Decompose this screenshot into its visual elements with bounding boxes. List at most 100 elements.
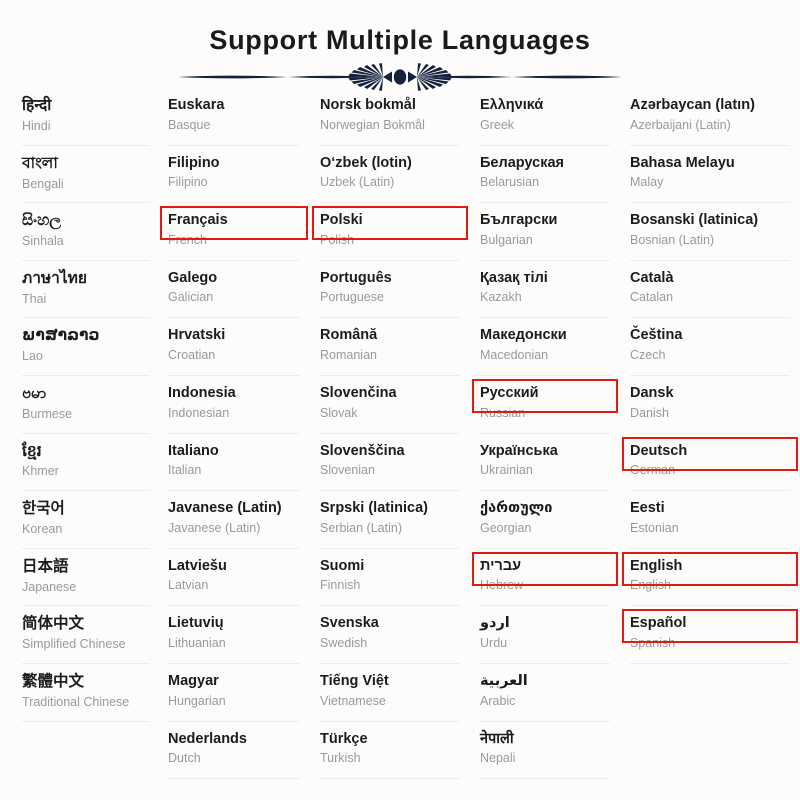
language-native-name: Română <box>320 327 378 344</box>
language-column-1: हिन्दी Hindi বাংলা Bengali සිංහල Sinhala ภาษาไ… <box>0 88 160 800</box>
language-native-name: Galego <box>168 269 218 286</box>
language-row[interactable]: Javanese (Latin) Javanese (Latin) <box>168 491 300 549</box>
language-row[interactable]: ខ្មែរ Khmer <box>22 434 150 492</box>
language-native-name: اردو <box>480 615 510 632</box>
language-native-name: Português <box>320 269 392 286</box>
language-row[interactable]: ဗမာ Burmese <box>22 376 150 434</box>
language-row[interactable]: ພາສາລາວ Lao <box>22 318 150 376</box>
language-english-name: Javanese (Latin) <box>168 520 261 535</box>
language-english-name: Malay <box>630 175 664 190</box>
language-row[interactable]: Galego Galician <box>168 261 300 319</box>
language-english-name: Finnish <box>320 578 361 593</box>
language-row[interactable]: Türkçe Turkish <box>320 722 460 780</box>
language-row[interactable]: English English <box>630 549 790 607</box>
language-row[interactable]: Català Catalan <box>630 261 790 319</box>
language-native-name: বাংলা <box>22 154 58 172</box>
language-english-name: Bulgarian <box>480 232 533 247</box>
language-native-name: Indonesia <box>168 384 236 401</box>
language-row[interactable]: Indonesia Indonesian <box>168 376 300 434</box>
language-row[interactable]: Euskara Basque <box>168 88 300 146</box>
language-english-name: Nepali <box>480 751 516 766</box>
language-english-name: Georgian <box>480 520 532 535</box>
language-english-name: Estonian <box>630 520 679 535</box>
language-row[interactable]: Español Spanish <box>630 606 790 664</box>
language-row[interactable]: Bosanski (latinica) Bosnian (Latin) <box>630 203 790 261</box>
language-native-name: Svenska <box>320 615 379 632</box>
language-native-name: Euskara <box>168 97 225 113</box>
language-row[interactable]: Polski Polish <box>320 203 460 261</box>
language-native-name: Català <box>630 269 674 286</box>
language-row[interactable]: Eesti Estonian <box>630 491 790 549</box>
language-english-name: Sinhala <box>22 234 64 249</box>
language-row[interactable]: Srpski (latinica) Serbian (Latin) <box>320 491 460 549</box>
language-row[interactable]: Slovenčina Slovak <box>320 376 460 434</box>
language-row[interactable]: Suomi Finnish <box>320 549 460 607</box>
language-row[interactable]: Filipino Filipino <box>168 146 300 204</box>
language-row[interactable]: Lietuvių Lithuanian <box>168 606 300 664</box>
language-row[interactable]: Беларуская Belarusian <box>480 146 610 204</box>
language-native-name: Беларуская <box>480 154 564 171</box>
language-native-name: ქართული <box>480 500 553 517</box>
language-english-name: Polish <box>320 232 355 247</box>
language-english-name: Romanian <box>320 347 377 362</box>
language-native-name: Polski <box>320 212 363 229</box>
language-english-name: Macedonian <box>480 347 549 362</box>
language-row[interactable]: Hrvatski Croatian <box>168 318 300 376</box>
language-row[interactable]: O‘zbek (lotin) Uzbek (Latin) <box>320 146 460 204</box>
language-row[interactable]: Македонски Macedonian <box>480 318 610 376</box>
language-row[interactable]: Svenska Swedish <box>320 606 460 664</box>
language-row[interactable]: Български Bulgarian <box>480 203 610 261</box>
language-native-name: O‘zbek (lotin) <box>320 154 412 171</box>
language-native-name: සිංහල <box>22 212 62 230</box>
language-native-name: Bosanski (latinica) <box>630 212 759 229</box>
language-row[interactable]: ქართული Georgian <box>480 491 610 549</box>
language-row[interactable]: עברית Hebrew <box>480 549 610 607</box>
language-row[interactable]: Қазақ тілі Kazakh <box>480 261 610 319</box>
language-row[interactable]: Italiano Italian <box>168 434 300 492</box>
language-row[interactable]: Français French <box>168 203 300 261</box>
language-row[interactable]: Azərbaycan (latın) Azerbaijani (Latin) <box>630 88 790 146</box>
language-row[interactable]: नेपाली Nepali <box>480 722 610 780</box>
language-native-name: English <box>630 557 683 574</box>
language-row[interactable]: Русский Russian <box>480 376 610 434</box>
language-row[interactable]: ภาษาไทย Thai <box>22 261 150 319</box>
language-row[interactable]: 简体中文 Simplified Chinese <box>22 606 150 664</box>
language-row[interactable]: 한국어 Korean <box>22 491 150 549</box>
language-english-name: Lao <box>22 349 43 364</box>
language-row[interactable]: Português Portuguese <box>320 261 460 319</box>
language-row[interactable]: සිංහල Sinhala <box>22 203 150 261</box>
language-english-name: Turkish <box>320 751 361 766</box>
language-english-name: Latvian <box>168 578 209 593</box>
language-row[interactable]: हिन्दी Hindi <box>22 88 150 146</box>
language-row[interactable]: Deutsch German <box>630 434 790 492</box>
language-english-name: Bengali <box>22 176 64 191</box>
language-row[interactable]: Latviešu Latvian <box>168 549 300 607</box>
language-english-name: Russian <box>480 405 526 420</box>
language-row[interactable]: Tiếng Việt Vietnamese <box>320 664 460 722</box>
language-row[interactable]: Magyar Hungarian <box>168 664 300 722</box>
language-row[interactable]: Norsk bokmål Norwegian Bokmål <box>320 88 460 146</box>
language-row[interactable]: Nederlands Dutch <box>168 722 300 780</box>
language-native-name: 繁體中文 <box>22 672 85 690</box>
language-row[interactable]: العربية Arabic <box>480 664 610 722</box>
language-row[interactable]: 日本語 Japanese <box>22 549 150 607</box>
language-row[interactable]: Українська Ukrainian <box>480 434 610 492</box>
language-english-name: Urdu <box>480 635 508 650</box>
language-native-name: Türkçe <box>320 730 368 747</box>
language-column-4: Ελληνικά Greek Беларуская Belarusian Българс… <box>470 88 620 800</box>
language-english-name: Hungarian <box>168 693 226 708</box>
language-row[interactable]: Dansk Danish <box>630 376 790 434</box>
language-row[interactable]: Čeština Czech <box>630 318 790 376</box>
language-row[interactable]: Bahasa Melayu Malay <box>630 146 790 204</box>
language-row[interactable]: বাংলা Bengali <box>22 146 150 204</box>
language-english-name: Greek <box>480 117 515 132</box>
language-row[interactable]: Ελληνικά Greek <box>480 88 610 146</box>
language-row[interactable]: 繁體中文 Traditional Chinese <box>22 664 150 722</box>
language-row[interactable]: Română Romanian <box>320 318 460 376</box>
language-native-name: ဗမာ <box>22 384 47 402</box>
language-english-name: Simplified Chinese <box>22 637 126 652</box>
language-english-name: Arabic <box>480 693 516 708</box>
language-row[interactable]: Slovenščina Slovenian <box>320 434 460 492</box>
language-row[interactable]: اردو Urdu <box>480 606 610 664</box>
language-native-name: Hrvatski <box>168 327 226 344</box>
